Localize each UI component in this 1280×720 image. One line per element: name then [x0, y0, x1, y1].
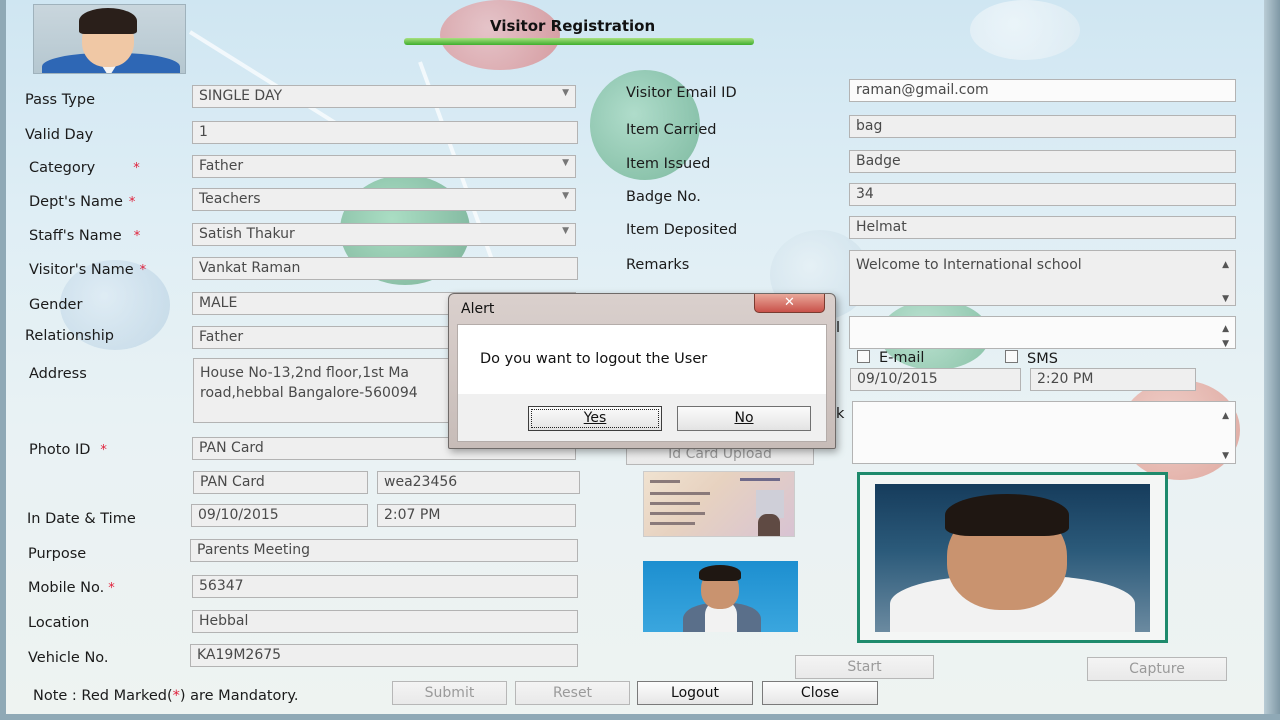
visitor-child-photo	[33, 4, 186, 74]
required-marker: *	[128, 195, 136, 210]
remarks-label: Remarks	[626, 257, 690, 273]
item-carried-input[interactable]: bag	[849, 115, 1236, 138]
email-label: Visitor Email ID	[626, 85, 737, 101]
page-title: Visitor Registration	[490, 17, 656, 35]
staff-name-select[interactable]: Satish Thakur ▼	[192, 223, 576, 246]
item-issued-input[interactable]: Badge	[849, 150, 1236, 173]
background-balloon	[970, 0, 1080, 60]
email-input[interactable]: raman@gmail.com	[849, 79, 1236, 102]
logout-button[interactable]: Logout	[637, 681, 753, 705]
gender-label: Gender	[29, 297, 83, 313]
location-input[interactable]: Hebbal	[192, 610, 578, 633]
vehicle-label: Vehicle No.	[28, 650, 109, 666]
dialog-message: Do you want to logout the User	[480, 351, 708, 367]
required-marker: *	[139, 263, 147, 278]
dialog-body: Do you want to logout the User	[457, 324, 827, 394]
visitor-name-input[interactable]: Vankat Raman	[192, 257, 578, 280]
in-time-input[interactable]: 2:07 PM	[377, 504, 576, 527]
required-marker: *	[100, 443, 107, 458]
close-icon[interactable]: ✕	[754, 294, 825, 313]
scroll-down-icon[interactable]: ▼	[1222, 334, 1229, 354]
purpose-label: Purpose	[28, 546, 87, 562]
chevron-down-icon: ▼	[562, 88, 569, 98]
vehicle-input[interactable]: KA19M2675	[190, 644, 578, 667]
sms-checkbox-label: SMS	[1027, 351, 1058, 367]
chevron-down-icon: ▼	[562, 158, 569, 168]
valid-day-input[interactable]: 1	[192, 121, 578, 144]
item-deposited-label: Item Deposited	[626, 222, 738, 238]
yes-button[interactable]: Yes	[528, 406, 662, 431]
notes-textarea[interactable]: ▲ ▼	[849, 316, 1236, 349]
no-button[interactable]: No	[677, 406, 811, 431]
mobile-input[interactable]: 56347	[192, 575, 578, 598]
required-marker: *	[108, 581, 115, 596]
required-marker: *	[133, 229, 141, 244]
scroll-up-icon[interactable]: ▲	[1222, 406, 1229, 426]
visitor-passport-photo	[643, 561, 798, 632]
category-select[interactable]: Father ▼	[192, 155, 576, 178]
location-label: Location	[28, 615, 90, 631]
staff-name-label: Staff's Name *	[29, 228, 141, 244]
capture-button[interactable]: Capture	[1087, 657, 1227, 681]
window-frame-bottom	[0, 714, 1280, 720]
scroll-up-icon[interactable]: ▲	[1222, 255, 1229, 275]
pass-type-label: Pass Type	[25, 92, 96, 108]
window-frame-left	[0, 0, 6, 720]
pass-type-select[interactable]: SINGLE DAY ▼	[192, 85, 576, 108]
close-button[interactable]: Close	[762, 681, 878, 705]
start-button[interactable]: Start	[795, 655, 934, 679]
background-balloon	[440, 0, 560, 70]
dialog-footer: Yes No	[457, 394, 827, 442]
captured-photo	[875, 484, 1150, 632]
chevron-down-icon: ▼	[562, 226, 569, 236]
purpose-input[interactable]: Parents Meeting	[190, 539, 578, 562]
dept-name-label: Dept's Name *	[29, 194, 136, 210]
scroll-down-icon[interactable]: ▼	[1222, 289, 1229, 309]
id-number-input[interactable]: wea23456	[377, 471, 580, 494]
submit-button[interactable]: Submit	[392, 681, 507, 705]
relationship-label: Relationship	[25, 328, 115, 344]
required-marker: *	[133, 161, 140, 176]
badge-no-label: Badge No.	[626, 189, 701, 205]
mandatory-note: Note : Red Marked(*) are Mandatory.	[33, 688, 299, 704]
item-carried-label: Item Carried	[626, 122, 717, 138]
message-textarea[interactable]: ▲ ▼	[852, 401, 1236, 464]
window-frame-right	[1264, 0, 1280, 720]
remarks-textarea[interactable]: Welcome to International school ▲ ▼	[849, 250, 1236, 306]
out-date-input[interactable]: 09/10/2015	[850, 368, 1021, 391]
sms-checkbox[interactable]	[1005, 350, 1018, 363]
dialog-title: Alert	[461, 301, 495, 317]
alert-dialog: Alert ✕ Do you want to logout the User Y…	[448, 293, 836, 449]
id-type-input[interactable]: PAN Card	[193, 471, 368, 494]
scroll-down-icon[interactable]: ▼	[1222, 446, 1229, 466]
partial-label: l	[836, 320, 841, 336]
out-time-input[interactable]: 2:20 PM	[1030, 368, 1196, 391]
partial-label: k	[836, 406, 845, 422]
background-stick	[188, 30, 344, 130]
title-underline-bar	[404, 38, 754, 45]
valid-day-label: Valid Day	[25, 127, 94, 143]
in-date-input[interactable]: 09/10/2015	[191, 504, 368, 527]
id-card-image	[643, 471, 795, 537]
dept-name-select[interactable]: Teachers ▼	[192, 188, 576, 211]
in-date-time-label: In Date & Time	[27, 511, 136, 527]
address-label: Address	[29, 366, 87, 382]
reset-button[interactable]: Reset	[515, 681, 630, 705]
category-label: Category *	[29, 160, 140, 176]
badge-no-input[interactable]: 34	[849, 183, 1236, 206]
photo-id-label: Photo ID *	[29, 442, 107, 458]
mobile-label: Mobile No. *	[28, 580, 115, 596]
item-issued-label: Item Issued	[626, 156, 711, 172]
item-deposited-input[interactable]: Helmat	[849, 216, 1236, 239]
chevron-down-icon: ▼	[562, 191, 569, 201]
visitor-name-label: Visitor's Name *	[29, 262, 147, 278]
email-checkbox-label: E-mail	[879, 350, 925, 366]
email-checkbox[interactable]	[857, 350, 870, 363]
